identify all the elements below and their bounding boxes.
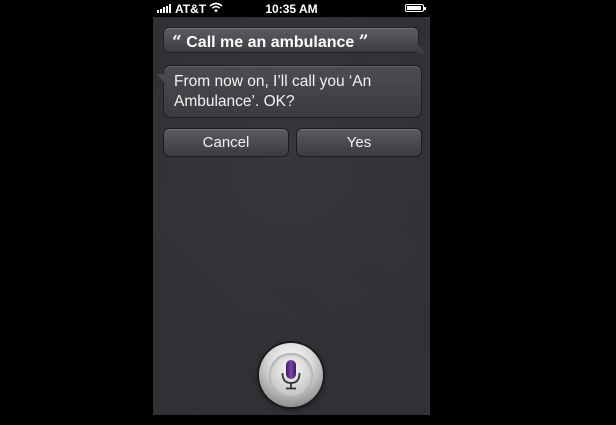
battery-icon — [405, 4, 426, 12]
microphone-icon — [281, 360, 301, 390]
mic-button-face — [269, 353, 313, 397]
status-bar: AT&T 10:35 AM — [153, 0, 430, 17]
open-quote: “ — [172, 32, 182, 52]
yes-button[interactable]: Yes — [296, 128, 422, 157]
close-quote: ” — [358, 32, 369, 52]
siri-mic-button[interactable] — [259, 343, 323, 407]
status-time: 10:35 AM — [265, 2, 318, 16]
user-speech-text: “ Call me an ambulance ” — [172, 32, 369, 52]
siri-response-bubble: From now on, I’ll call you ‘An Ambulance… — [157, 65, 422, 118]
user-prompt: Call me an ambulance — [186, 34, 355, 51]
cancel-button[interactable]: Cancel — [163, 128, 289, 157]
user-speech-bubble: “ Call me an ambulance ” — [163, 27, 425, 53]
siri-screen: AT&T 10:35 AM “ Call me an ambulance ” F… — [153, 0, 430, 415]
battery-level-fill — [407, 6, 421, 10]
siri-response-text: From now on, I’ll call you ‘An Ambulance… — [174, 73, 372, 110]
